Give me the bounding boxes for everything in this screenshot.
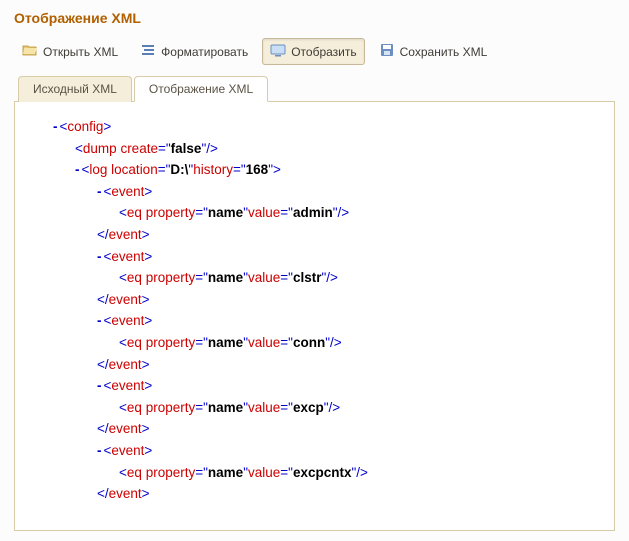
save-xml-button[interactable]: Сохранить XML [371, 38, 496, 65]
display-icon [270, 42, 286, 61]
format-button[interactable]: Форматировать [132, 38, 256, 65]
xml-node-eq: <eq property="name"value="excp"/> [119, 397, 598, 419]
xml-node-config: -<config> [53, 116, 598, 138]
collapse-icon[interactable]: - [75, 162, 80, 177]
xml-node-event-close: </event> [97, 483, 598, 505]
folder-open-icon [22, 42, 38, 61]
xml-node-event: -<event> [97, 440, 598, 462]
tab-display-xml[interactable]: Отображение XML [134, 76, 268, 102]
xml-tree: -<config> <dump create="false"/> -<log l… [31, 116, 598, 505]
open-xml-label: Открыть XML [43, 45, 118, 59]
xml-node-event: -<event> [97, 310, 598, 332]
display-label: Отобразить [291, 45, 356, 59]
save-icon [379, 42, 395, 61]
xml-node-eq: <eq property="name"value="clstr"/> [119, 267, 598, 289]
xml-node-event-close: </event> [97, 354, 598, 376]
collapse-icon[interactable]: - [97, 443, 102, 458]
format-icon [140, 42, 156, 61]
xml-node-event: -<event> [97, 181, 598, 203]
collapse-icon[interactable]: - [97, 313, 102, 328]
xml-node-event-close: </event> [97, 418, 598, 440]
tab-source-xml[interactable]: Исходный XML [18, 76, 132, 102]
xml-node-log: -<log location="D:\"history="168"> [75, 159, 598, 181]
open-xml-button[interactable]: Открыть XML [14, 38, 126, 65]
tab-bar: Исходный XML Отображение XML [14, 75, 615, 102]
xml-node-eq: <eq property="name"value="excpcntx"/> [119, 462, 598, 484]
collapse-icon[interactable]: - [53, 119, 58, 134]
xml-node-event: -<event> [97, 246, 598, 268]
xml-panel: -<config> <dump create="false"/> -<log l… [14, 102, 615, 531]
page-title: Отображение XML [14, 10, 615, 26]
collapse-icon[interactable]: - [97, 249, 102, 264]
toolbar: Открыть XML Форматировать Отобразить Сох… [14, 38, 615, 65]
xml-node-eq: <eq property="name"value="admin"/> [119, 202, 598, 224]
xml-node-event: -<event> [97, 375, 598, 397]
collapse-icon[interactable]: - [97, 184, 102, 199]
display-button[interactable]: Отобразить [262, 38, 364, 65]
xml-node-event-close: </event> [97, 289, 598, 311]
format-label: Форматировать [161, 45, 248, 59]
xml-node-eq: <eq property="name"value="conn"/> [119, 332, 598, 354]
save-xml-label: Сохранить XML [400, 45, 488, 59]
xml-node-dump: <dump create="false"/> [75, 138, 598, 160]
collapse-icon[interactable]: - [97, 378, 102, 393]
xml-node-event-close: </event> [97, 224, 598, 246]
